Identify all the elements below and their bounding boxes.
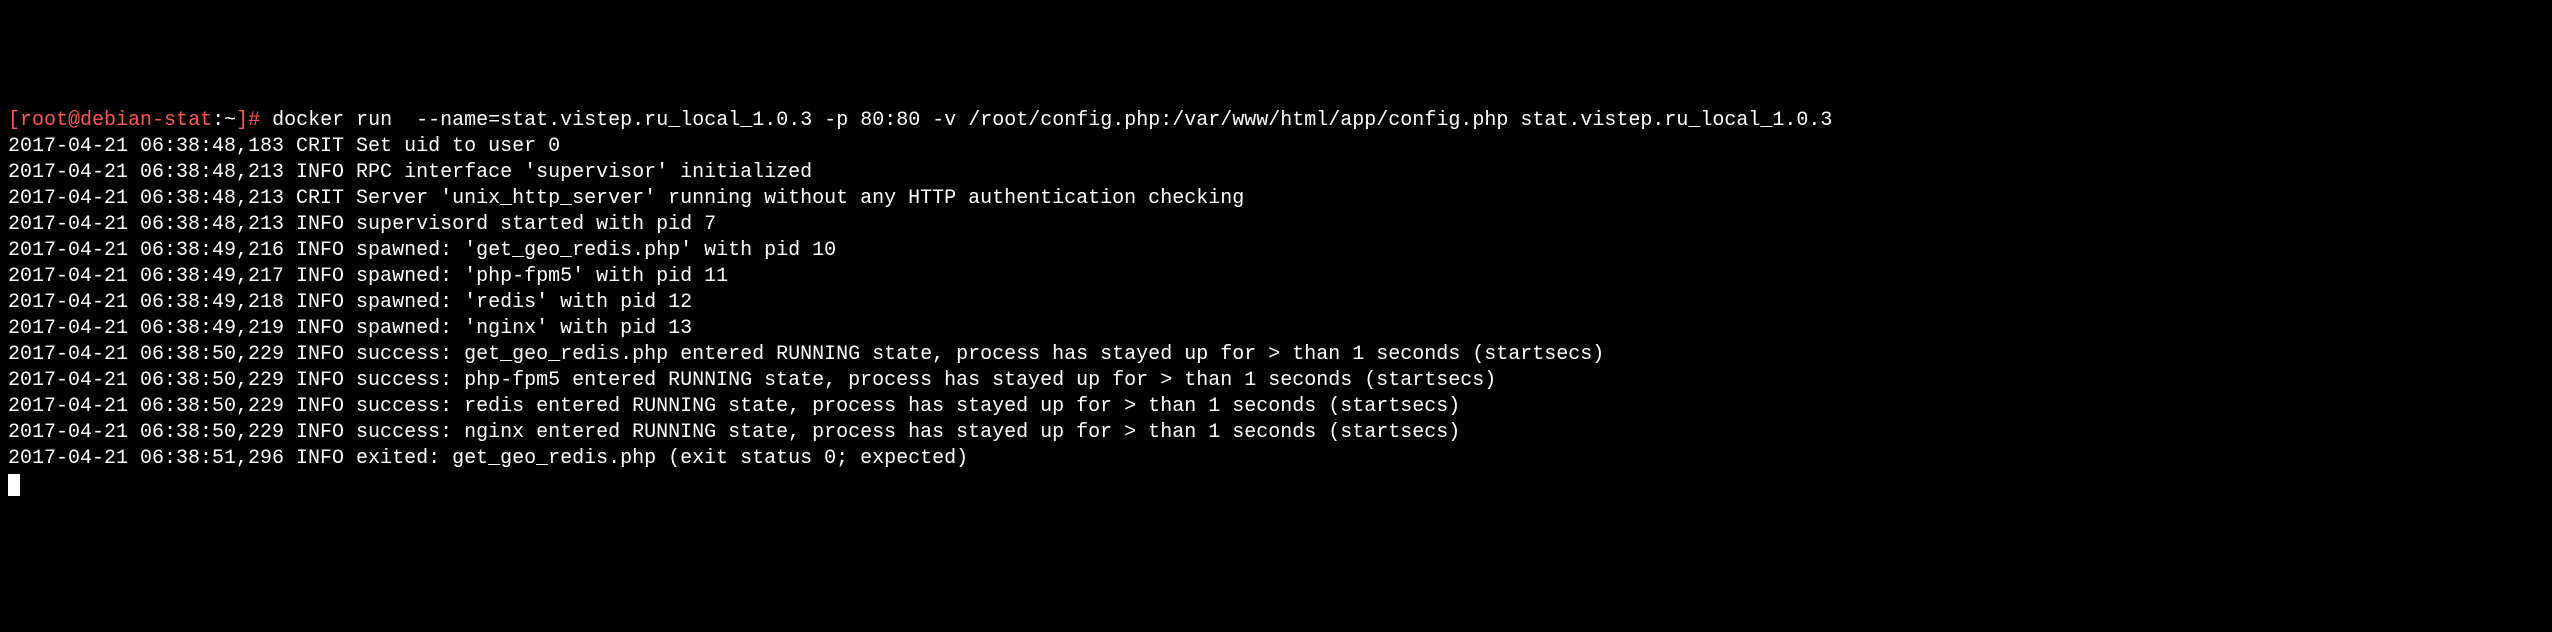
log-line: 2017-04-21 06:38:48,213 INFO RPC interfa… [8, 161, 812, 184]
cursor [8, 474, 20, 496]
prompt-colon: : [212, 109, 224, 132]
log-line: 2017-04-21 06:38:48,213 INFO supervisord… [8, 213, 716, 236]
log-line: 2017-04-21 06:38:50,229 INFO success: re… [8, 395, 1460, 418]
log-line: 2017-04-21 06:38:49,217 INFO spawned: 'p… [8, 265, 728, 288]
terminal-output: [root@debian-stat:~]# docker run --name=… [8, 108, 2544, 498]
log-line: 2017-04-21 06:38:50,229 INFO success: ge… [8, 343, 1604, 366]
prompt-user: root [20, 109, 68, 132]
log-line: 2017-04-21 06:38:49,219 INFO spawned: 'n… [8, 317, 692, 340]
log-line: 2017-04-21 06:38:50,229 INFO success: ph… [8, 369, 1496, 392]
prompt-open-bracket: [ [8, 109, 20, 132]
log-line: 2017-04-21 06:38:49,216 INFO spawned: 'g… [8, 239, 836, 262]
prompt-close: ]# [236, 109, 272, 132]
prompt-host: debian-stat [80, 109, 212, 132]
log-line: 2017-04-21 06:38:51,296 INFO exited: get… [8, 447, 968, 470]
prompt-path: ~ [224, 109, 236, 132]
prompt-at: @ [68, 109, 80, 132]
log-line: 2017-04-21 06:38:48,213 CRIT Server 'uni… [8, 187, 1244, 210]
command-text: docker run --name=stat.vistep.ru_local_1… [272, 109, 1832, 132]
log-line: 2017-04-21 06:38:48,183 CRIT Set uid to … [8, 135, 560, 158]
log-line: 2017-04-21 06:38:50,229 INFO success: ng… [8, 421, 1460, 444]
log-line: 2017-04-21 06:38:49,218 INFO spawned: 'r… [8, 291, 692, 314]
